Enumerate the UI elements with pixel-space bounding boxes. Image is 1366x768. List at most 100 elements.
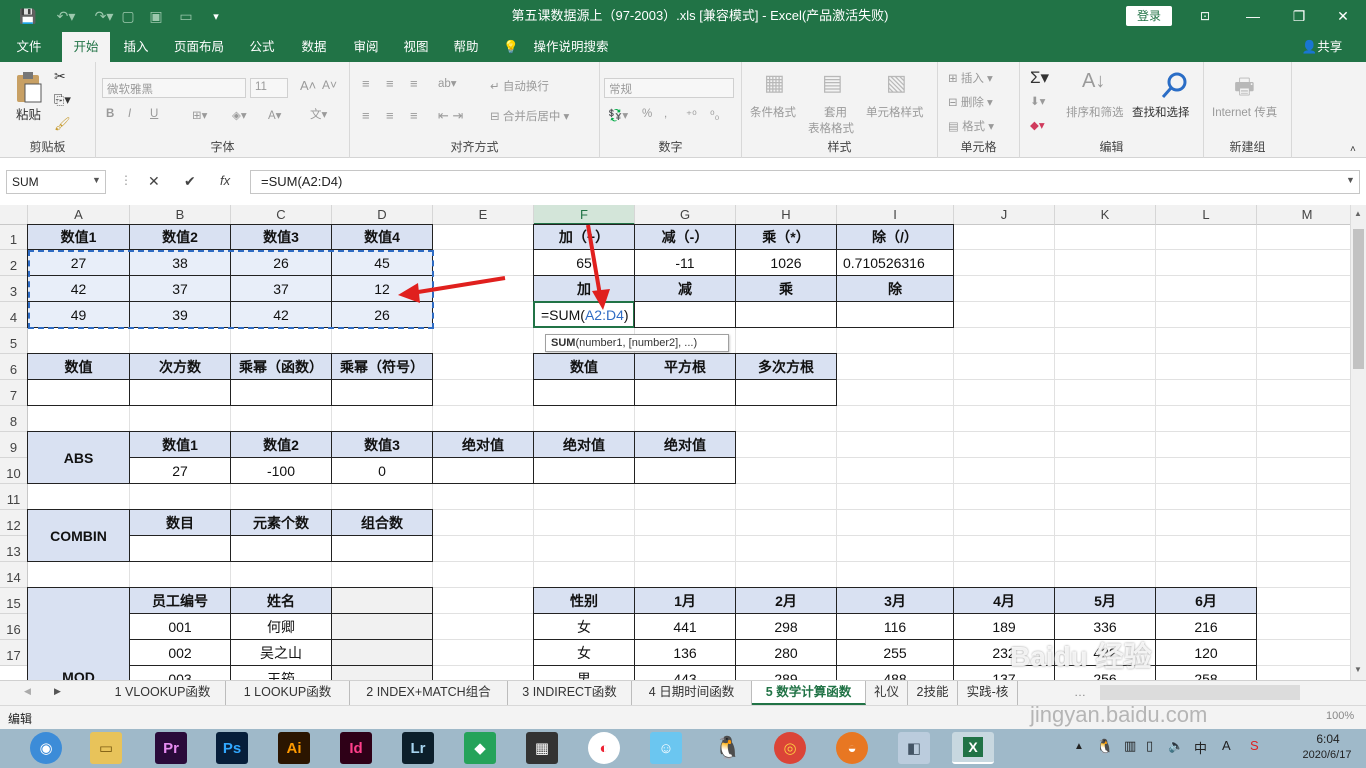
value-cell[interactable]: 280 (735, 639, 837, 666)
font-name-select[interactable]: 微软雅黑 (102, 78, 246, 98)
print-preview-icon[interactable]: ▣ (146, 0, 166, 32)
tab-insert[interactable]: 插入 (114, 32, 158, 62)
illustrator-icon[interactable]: Ai (278, 732, 310, 764)
row-header-15[interactable]: 15 (0, 588, 28, 614)
column-header-i[interactable]: I (837, 205, 954, 225)
tab-page-layout[interactable]: 页面布局 (168, 32, 230, 62)
header-cell[interactable]: 数值 (533, 353, 635, 380)
header-cell[interactable]: 性别 (533, 587, 635, 614)
sort-filter-icon[interactable]: A↓ (1082, 70, 1105, 93)
sheet-tab[interactable]: 2 INDEX+MATCH组合 (350, 681, 508, 705)
sheet-tab[interactable]: 1 VLOOKUP函数 (100, 681, 226, 705)
middle-align-icon[interactable]: ≡ (386, 76, 394, 91)
format-as-table-label2[interactable]: 表格格式 (808, 120, 854, 136)
green-app-icon[interactable]: ◆ (464, 732, 496, 764)
row-header-6[interactable]: 6 (0, 354, 28, 380)
header-cell[interactable]: 乘 (735, 275, 837, 302)
next-sheet-icon[interactable]: ▶ (54, 686, 61, 697)
value-cell[interactable]: 女 (533, 639, 635, 666)
font-grow-icon[interactable]: A˄ (300, 78, 316, 93)
header-cell[interactable]: 6月 (1155, 587, 1257, 614)
scroll-down-icon[interactable]: ▼ (1354, 665, 1362, 674)
row-header-11[interactable]: 11 (0, 484, 28, 510)
row-header-10[interactable]: 10 (0, 458, 28, 484)
value-cell[interactable]: 49 (27, 301, 130, 328)
close-button[interactable]: ✕ (1320, 0, 1366, 32)
header-cell[interactable]: 乘幂（函数） (230, 353, 332, 380)
row-header-7[interactable]: 7 (0, 380, 28, 406)
header-cell[interactable]: 乘（*） (735, 224, 837, 250)
header-cell[interactable]: 数值2 (230, 431, 332, 458)
internet-fax-label[interactable]: Internet 传真 (1212, 104, 1277, 120)
column-header-e[interactable]: E (433, 205, 534, 225)
empty-cell[interactable] (533, 379, 635, 406)
value-cell[interactable]: 37 (230, 275, 332, 302)
empty-cell[interactable] (331, 379, 433, 406)
photoshop-icon[interactable]: Ps (216, 732, 248, 764)
cat-app-icon[interactable]: ☺ (650, 732, 682, 764)
file-explorer-icon[interactable]: ▭ (90, 732, 122, 764)
fill-color-icon[interactable]: ◈▾ (232, 108, 247, 122)
abs-label-cell[interactable]: ABS (27, 431, 130, 484)
row-header-9[interactable]: 9 (0, 432, 28, 458)
header-cell[interactable]: 组合数 (331, 509, 433, 536)
zoom-level[interactable]: 100% (1326, 710, 1354, 722)
empty-cell[interactable] (230, 535, 332, 562)
value-cell[interactable]: 42 (27, 275, 130, 302)
empty-cell[interactable] (129, 535, 231, 562)
value-cell[interactable]: 吴之山 (230, 639, 332, 666)
value-cell[interactable]: 255 (836, 639, 954, 666)
row-header-17[interactable]: 17 (0, 640, 28, 666)
header-cell[interactable]: 数值3 (331, 431, 433, 458)
header-cell[interactable]: 多次方根 (735, 353, 837, 380)
tab-data[interactable]: 数据 (292, 32, 336, 62)
column-header-c[interactable]: C (231, 205, 332, 225)
open-icon[interactable]: ▭ (176, 0, 196, 32)
row-header-16[interactable]: 16 (0, 614, 28, 640)
blurred-cell[interactable] (331, 665, 433, 680)
delete-cells-button[interactable]: ⊟ 删除 ▾ (948, 94, 993, 110)
sort-filter-label[interactable]: 排序和筛选 (1066, 104, 1124, 120)
sogou-icon[interactable]: S (1250, 738, 1259, 753)
volume-icon[interactable]: 🔈 (1168, 738, 1184, 754)
value-cell[interactable]: 男 (533, 665, 635, 680)
clear-icon[interactable]: ◆▾ (1030, 118, 1045, 132)
orientation-icon[interactable]: ab▾ (438, 76, 457, 90)
header-cell[interactable]: 绝对值 (533, 431, 635, 458)
restore-button[interactable]: ❐ (1276, 0, 1322, 32)
collapse-ribbon-icon[interactable]: ˄ (1350, 144, 1356, 155)
empty-cell[interactable] (129, 379, 231, 406)
enter-icon[interactable]: ✔ (184, 173, 196, 190)
row-header-1[interactable]: 1 (0, 225, 28, 250)
align-right-icon[interactable]: ≡ (410, 108, 418, 123)
name-box[interactable]: SUM (6, 170, 106, 194)
header-cell[interactable]: 加（+） (533, 224, 635, 250)
value-cell[interactable]: 116 (836, 613, 954, 640)
header-cell[interactable]: 数值1 (129, 431, 231, 458)
value-cell[interactable]: 136 (634, 639, 736, 666)
column-header-j[interactable]: J (954, 205, 1055, 225)
number-format-select[interactable]: 常规 (604, 78, 734, 98)
value-cell[interactable]: 42 (230, 301, 332, 328)
value-cell[interactable]: 0 (331, 457, 433, 484)
sheet-tab[interactable]: 2技能 (908, 681, 958, 705)
sheet-tab[interactable]: 4 日期时间函数 (632, 681, 752, 705)
value-cell[interactable]: 441 (634, 613, 736, 640)
value-cell[interactable]: -100 (230, 457, 332, 484)
header-cell[interactable]: 减（-） (634, 224, 736, 250)
function-tooltip[interactable]: SUM(number1, [number2], ...) (545, 334, 729, 352)
value-cell[interactable] (432, 457, 534, 484)
tab-review[interactable]: 审阅 (344, 32, 388, 62)
fax-icon[interactable]: 🖶 (1234, 70, 1255, 108)
empty-cell[interactable] (230, 379, 332, 406)
header-cell[interactable]: 4月 (953, 587, 1055, 614)
header-cell[interactable]: 数值3 (230, 224, 332, 250)
value-cell[interactable]: 0.710526316 (836, 249, 954, 276)
indesign-icon[interactable]: Id (340, 732, 372, 764)
format-as-table-label1[interactable]: 套用 (824, 104, 847, 120)
header-cell[interactable]: 平方根 (634, 353, 736, 380)
qq-icon[interactable]: 🐧 (712, 732, 744, 764)
value-cell[interactable]: 298 (735, 613, 837, 640)
header-cell[interactable]: 绝对值 (634, 431, 736, 458)
top-align-icon[interactable]: ≡ (362, 76, 370, 91)
